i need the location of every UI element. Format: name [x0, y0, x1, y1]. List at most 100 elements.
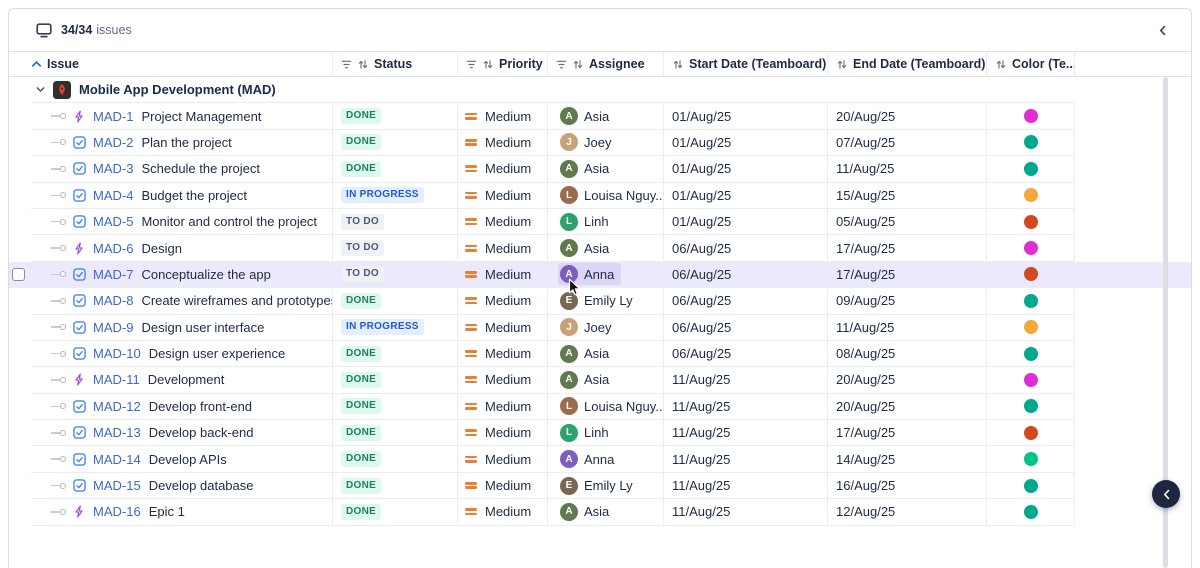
status-cell[interactable]: DONE [333, 156, 458, 182]
priority-cell[interactable]: Medium [458, 499, 548, 525]
link-handle[interactable] [51, 298, 66, 304]
issue-summary[interactable]: Create wireframes and prototypes [141, 293, 333, 308]
assignee-cell[interactable]: LLinh [548, 420, 664, 446]
assignee-field[interactable]: LLouisa Nguy... [558, 184, 664, 206]
issue-key[interactable]: MAD-12 [93, 399, 141, 414]
color-dot[interactable] [1024, 479, 1038, 493]
column-header-color[interactable]: Color (Te... [987, 52, 1075, 76]
column-header-priority[interactable]: Priority [458, 52, 548, 76]
color-cell[interactable] [987, 499, 1075, 525]
color-cell[interactable] [987, 288, 1075, 314]
assignee-cell[interactable]: AAsia [548, 341, 664, 367]
end-date-cell[interactable]: 17/Aug/25 [828, 262, 987, 288]
start-date-cell[interactable]: 01/Aug/25 [664, 103, 828, 129]
link-handle[interactable] [51, 219, 66, 225]
color-cell[interactable] [987, 209, 1075, 235]
issue-summary[interactable]: Design user interface [141, 320, 264, 335]
column-header-status[interactable]: Status [333, 52, 458, 76]
status-cell[interactable]: IN PROGRESS [333, 183, 458, 209]
priority-cell[interactable]: Medium [458, 235, 548, 261]
issue-row[interactable]: MAD-13Develop back-endDONEMediumLLinh11/… [9, 420, 1191, 446]
link-handle[interactable] [51, 192, 66, 198]
assignee-cell[interactable]: LLouisa Nguy... [548, 394, 664, 420]
issue-key[interactable]: MAD-10 [93, 346, 141, 361]
expand-sidebar-button[interactable] [1152, 480, 1180, 508]
assignee-cell[interactable]: AAnna [548, 446, 664, 472]
status-cell[interactable]: DONE [333, 367, 458, 393]
link-handle[interactable] [51, 483, 66, 489]
issue-row[interactable]: MAD-9 Design user interface IN PROGRESSMed… [9, 315, 1191, 341]
link-handle[interactable] [51, 113, 66, 119]
color-cell[interactable] [987, 183, 1075, 209]
assignee-cell[interactable]: AAsia [548, 367, 664, 393]
issue-row[interactable]: MAD-11DevelopmentDONEMediumAAsia11/Aug/2… [9, 367, 1191, 393]
status-cell[interactable]: TO DO [333, 209, 458, 235]
priority-cell[interactable]: Medium [458, 262, 548, 288]
link-handle[interactable] [51, 403, 66, 409]
color-cell[interactable] [987, 341, 1075, 367]
link-handle[interactable] [51, 456, 66, 462]
collapse-panel-button[interactable] [1156, 22, 1169, 39]
color-dot[interactable] [1024, 109, 1038, 123]
issue-key[interactable]: MAD-15 [93, 478, 141, 493]
color-dot[interactable] [1024, 426, 1038, 440]
issue-row[interactable]: MAD-2Plan the projectDONEMediumJJoey01/A… [9, 130, 1191, 156]
assignee-cell[interactable]: EEmily Ly [548, 473, 664, 499]
assignee-cell[interactable]: LLinh [548, 209, 664, 235]
sort-icon[interactable] [995, 59, 1007, 70]
issue-key[interactable]: MAD-13 [93, 425, 141, 440]
issue-row[interactable]: MAD-4Budget the projectIN PROGRESSMedium… [9, 183, 1191, 209]
status-cell[interactable]: IN PROGRESS [333, 315, 458, 341]
assignee-cell[interactable]: AAnna [548, 262, 664, 288]
assignee-field[interactable]: AAsia [558, 158, 616, 180]
end-date-cell[interactable]: 15/Aug/25 [828, 183, 987, 209]
issue-key[interactable]: MAD-9 [93, 320, 133, 335]
issue-summary[interactable]: Epic 1 [149, 504, 185, 519]
priority-cell[interactable]: Medium [458, 315, 548, 341]
priority-cell[interactable]: Medium [458, 420, 548, 446]
priority-cell[interactable]: Medium [458, 394, 548, 420]
priority-cell[interactable]: Medium [458, 288, 548, 314]
end-date-cell[interactable]: 07/Aug/25 [828, 130, 987, 156]
assignee-cell[interactable]: LLouisa Nguy... [548, 183, 664, 209]
priority-cell[interactable]: Medium [458, 473, 548, 499]
issue-row[interactable]: MAD-8Create wireframes and prototypesDON… [9, 288, 1191, 314]
color-cell[interactable] [987, 473, 1075, 499]
issue-key[interactable]: MAD-6 [93, 241, 133, 256]
end-date-cell[interactable]: 11/Aug/25 [828, 315, 987, 341]
color-cell[interactable] [987, 156, 1075, 182]
filter-icon[interactable] [556, 59, 567, 70]
priority-cell[interactable]: Medium [458, 156, 548, 182]
color-dot[interactable] [1024, 320, 1038, 334]
color-cell[interactable] [987, 262, 1075, 288]
issue-key[interactable]: MAD-2 [93, 135, 133, 150]
status-cell[interactable]: DONE [333, 473, 458, 499]
color-dot[interactable] [1024, 215, 1038, 229]
issue-summary[interactable]: Plan the project [141, 135, 231, 150]
assignee-field[interactable]: EEmily Ly [558, 290, 640, 312]
priority-cell[interactable]: Medium [458, 341, 548, 367]
assignee-cell[interactable]: JJoey [548, 130, 664, 156]
color-cell[interactable] [987, 446, 1075, 472]
end-date-cell[interactable]: 05/Aug/25 [828, 209, 987, 235]
start-date-cell[interactable]: 11/Aug/25 [664, 367, 828, 393]
assignee-field[interactable]: JJoey [558, 316, 618, 338]
issue-summary[interactable]: Develop front-end [149, 399, 252, 414]
issue-summary[interactable]: Monitor and control the project [141, 214, 317, 229]
start-date-cell[interactable]: 06/Aug/25 [664, 288, 828, 314]
assignee-cell[interactable]: AAsia [548, 156, 664, 182]
issue-summary[interactable]: Develop database [149, 478, 254, 493]
sort-icon[interactable] [482, 59, 494, 70]
start-date-cell[interactable]: 01/Aug/25 [664, 183, 828, 209]
link-handle[interactable] [51, 245, 66, 251]
issue-key[interactable]: MAD-5 [93, 214, 133, 229]
start-date-cell[interactable]: 11/Aug/25 [664, 499, 828, 525]
status-cell[interactable]: DONE [333, 130, 458, 156]
assignee-cell[interactable]: EEmily Ly [548, 288, 664, 314]
issue-row[interactable]: MAD-6DesignTO DOMediumAAsia06/Aug/2517/A… [9, 235, 1191, 261]
column-header-assignee[interactable]: Assignee [548, 52, 664, 76]
status-cell[interactable]: DONE [333, 103, 458, 129]
start-date-cell[interactable]: 11/Aug/25 [664, 446, 828, 472]
color-dot[interactable] [1024, 452, 1038, 466]
end-date-cell[interactable]: 12/Aug/25 [828, 499, 987, 525]
